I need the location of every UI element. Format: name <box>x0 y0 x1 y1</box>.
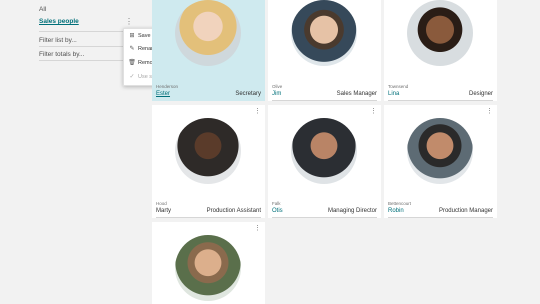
view-sales-people-link[interactable]: Sales people <box>39 18 79 25</box>
employee-photo <box>175 118 241 184</box>
employee-card[interactable]: Olive Jim Sales Manager <box>268 0 381 101</box>
employee-first-name[interactable]: Marty <box>156 208 171 214</box>
employee-card[interactable]: Henderson Ester Secretary <box>152 0 265 101</box>
card-divider <box>388 100 493 101</box>
view-options-kebab-icon[interactable]: ⋮ <box>124 16 134 28</box>
employee-card[interactable]: ⋮ Hood Marty Production Assistant <box>152 105 265 218</box>
filter-totals-by-link[interactable]: Filter totals by... <box>39 51 84 58</box>
view-all-link[interactable]: All <box>39 6 46 13</box>
employee-last-name: Hood <box>156 201 167 206</box>
employee-photo <box>291 118 357 184</box>
employee-first-name[interactable]: Robin <box>388 208 404 214</box>
divider <box>39 46 124 47</box>
card-divider <box>272 100 377 101</box>
employee-job-title: Designer <box>468 91 493 97</box>
employee-card[interactable]: ⋮ <box>152 222 265 304</box>
employee-job-title: Secretary <box>235 91 261 97</box>
employee-last-name: Henderson <box>156 84 179 89</box>
employee-first-name[interactable]: Lina <box>388 91 399 97</box>
card-more-icon[interactable]: ⋮ <box>486 107 493 115</box>
employee-photo <box>291 0 357 66</box>
employee-job-title: Managing Director <box>327 208 377 214</box>
employee-last-name: Falk <box>272 201 281 206</box>
card-divider <box>156 217 261 218</box>
rename-icon: ✎ <box>129 46 135 52</box>
save-as-icon: ⊞ <box>129 33 135 39</box>
filter-list-by-link[interactable]: Filter list by... <box>39 37 77 44</box>
employee-photo <box>175 235 241 301</box>
employee-photo <box>407 118 473 184</box>
employee-photo <box>407 0 473 66</box>
employee-last-name: Bettencourt <box>388 201 412 206</box>
employee-first-name[interactable]: Ester <box>156 91 170 97</box>
card-more-icon[interactable]: ⋮ <box>370 107 377 115</box>
card-more-icon[interactable]: ⋮ <box>254 107 261 115</box>
check-icon: ✓ <box>129 74 135 80</box>
employee-job-title: Production Assistant <box>206 208 261 214</box>
divider <box>39 60 124 61</box>
employee-last-name: Olive <box>272 84 283 89</box>
employee-job-title: Sales Manager <box>336 91 377 97</box>
trash-icon: 🗑 <box>128 60 136 66</box>
employee-last-name: Townsend <box>388 84 409 89</box>
employee-job-title: Production Manager <box>438 208 493 214</box>
employee-card[interactable]: Townsend Lina Designer <box>384 0 497 101</box>
card-divider <box>388 217 493 218</box>
card-more-icon[interactable]: ⋮ <box>254 224 261 232</box>
card-divider <box>272 217 377 218</box>
divider <box>39 31 124 32</box>
employee-card[interactable]: ⋮ Falk Otis Managing Director <box>268 105 381 218</box>
employee-card[interactable]: ⋮ Bettencourt Robin Production Manager <box>384 105 497 218</box>
employee-photo <box>175 0 241 66</box>
employee-first-name[interactable]: Otis <box>272 208 283 214</box>
employee-first-name[interactable]: Jim <box>272 91 281 97</box>
